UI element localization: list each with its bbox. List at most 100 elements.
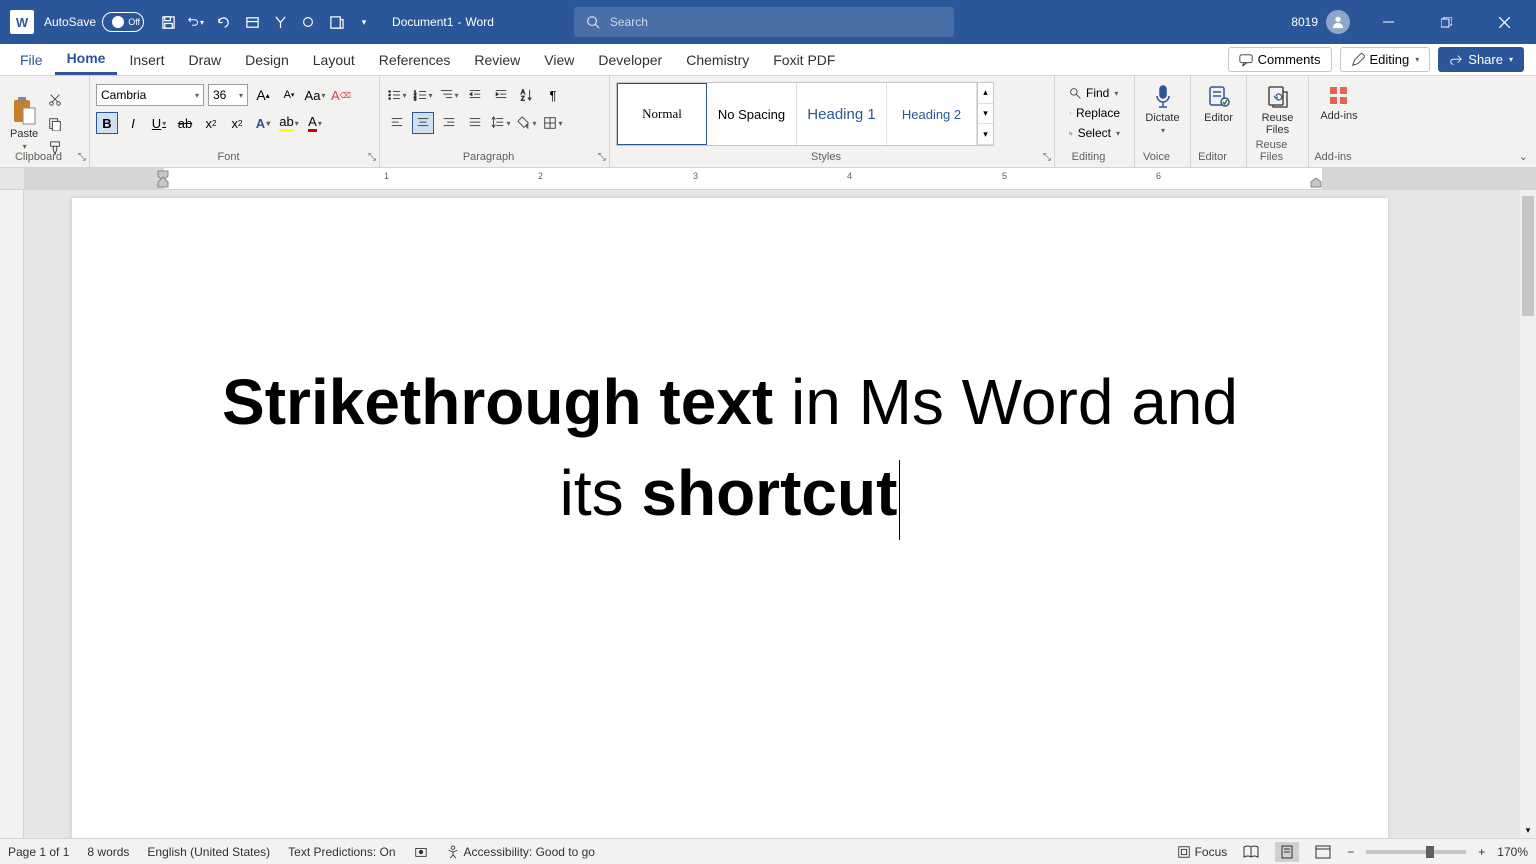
zoom-slider[interactable]	[1366, 850, 1466, 854]
scrollbar-thumb[interactable]	[1522, 196, 1534, 316]
gallery-down-icon[interactable]: ▾	[978, 104, 993, 125]
redo-icon[interactable]	[216, 14, 232, 30]
collapse-ribbon-icon[interactable]: ⌄	[1519, 150, 1528, 163]
user-account[interactable]: 8019	[1291, 10, 1350, 34]
reuse-files-button[interactable]: Reuse Files	[1253, 80, 1302, 140]
qat-customize-icon[interactable]: ▾	[356, 14, 372, 30]
decrease-indent-icon[interactable]	[464, 84, 486, 106]
style-heading1[interactable]: Heading 1	[797, 83, 887, 145]
font-name-selector[interactable]: Cambria▾	[96, 84, 204, 106]
numbering-icon[interactable]: 123▾	[412, 84, 434, 106]
horizontal-ruler[interactable]: 1 2 3 4 5 6	[0, 168, 1536, 190]
editor-button[interactable]: Editor	[1197, 80, 1240, 128]
show-marks-icon[interactable]: ¶	[542, 84, 564, 106]
macro-indicator[interactable]	[414, 845, 428, 859]
shading-icon[interactable]: ▾	[516, 112, 538, 134]
tab-draw[interactable]: Draw	[176, 44, 233, 75]
superscript-button[interactable]: x2	[226, 112, 248, 134]
vertical-scrollbar[interactable]: ▴ ▾	[1520, 190, 1536, 838]
align-center-icon[interactable]	[412, 112, 434, 134]
vertical-ruler[interactable]	[0, 190, 24, 838]
search-box[interactable]: Search	[574, 7, 954, 37]
tab-view[interactable]: View	[532, 44, 586, 75]
italic-button[interactable]: I	[122, 112, 144, 134]
minimize-button[interactable]	[1368, 7, 1408, 37]
bold-button[interactable]: B	[96, 112, 118, 134]
font-dialog-launcher[interactable]: ⤡	[368, 152, 376, 163]
tab-developer[interactable]: Developer	[586, 44, 674, 75]
tab-review[interactable]: Review	[462, 44, 532, 75]
cut-icon[interactable]	[46, 91, 64, 109]
text-effects-icon[interactable]: A▾	[252, 112, 274, 134]
line-spacing-icon[interactable]: ▾	[490, 112, 512, 134]
read-mode-icon[interactable]	[1239, 842, 1263, 862]
tab-file[interactable]: File	[8, 44, 55, 75]
font-color-icon[interactable]: A▾	[304, 112, 326, 134]
tab-foxit[interactable]: Foxit PDF	[761, 44, 847, 75]
focus-mode-button[interactable]: Focus	[1177, 845, 1228, 859]
bullets-icon[interactable]: ▾	[386, 84, 408, 106]
style-heading2[interactable]: Heading 2	[887, 83, 977, 145]
autosave-toggle[interactable]: AutoSave Off	[44, 12, 144, 32]
zoom-level[interactable]: 170%	[1497, 845, 1528, 859]
underline-button[interactable]: U▾	[148, 112, 170, 134]
shrink-font-icon[interactable]: A▾	[278, 84, 300, 106]
tab-home[interactable]: Home	[55, 44, 118, 75]
justify-icon[interactable]	[464, 112, 486, 134]
clear-formatting-icon[interactable]: A⌫	[330, 84, 352, 106]
qat-icon-5[interactable]	[272, 14, 288, 30]
tab-insert[interactable]: Insert	[117, 44, 176, 75]
copy-icon[interactable]	[46, 115, 64, 133]
tab-layout[interactable]: Layout	[301, 44, 367, 75]
find-button[interactable]: Find▾	[1067, 84, 1122, 102]
document-content[interactable]: Strikethrough text in Ms Word and its sh…	[192, 358, 1268, 540]
save-icon[interactable]	[160, 14, 176, 30]
align-left-icon[interactable]	[386, 112, 408, 134]
document-page[interactable]: Strikethrough text in Ms Word and its sh…	[72, 198, 1388, 838]
dictate-button[interactable]: Dictate▾	[1141, 80, 1184, 139]
qat-icon-6[interactable]	[300, 14, 316, 30]
qat-icon-4[interactable]	[244, 14, 260, 30]
text-predictions-indicator[interactable]: Text Predictions: On	[288, 845, 395, 859]
align-right-icon[interactable]	[438, 112, 460, 134]
gallery-up-icon[interactable]: ▴	[978, 83, 993, 104]
addins-button[interactable]: Add-ins	[1315, 80, 1363, 126]
close-button[interactable]	[1484, 7, 1524, 37]
style-normal[interactable]: Normal	[617, 83, 707, 145]
right-indent-marker[interactable]	[1310, 178, 1322, 188]
highlight-color-icon[interactable]: ab▾	[278, 112, 300, 134]
borders-icon[interactable]: ▾	[542, 112, 564, 134]
strikethrough-button[interactable]: ab	[174, 112, 196, 134]
clipboard-dialog-launcher[interactable]: ⤡	[78, 152, 86, 163]
comments-button[interactable]: Comments	[1228, 47, 1332, 72]
print-layout-icon[interactable]	[1275, 842, 1299, 862]
qat-icon-7[interactable]	[328, 14, 344, 30]
subscript-button[interactable]: x2	[200, 112, 222, 134]
zoom-slider-thumb[interactable]	[1426, 846, 1434, 858]
zoom-in-button[interactable]: +	[1478, 845, 1485, 859]
replace-button[interactable]: Replace	[1067, 104, 1122, 122]
share-button[interactable]: Share▾	[1438, 47, 1524, 72]
language-indicator[interactable]: English (United States)	[147, 845, 270, 859]
accessibility-indicator[interactable]: Accessibility: Good to go	[446, 845, 595, 859]
tab-design[interactable]: Design	[233, 44, 301, 75]
grow-font-icon[interactable]: A▴	[252, 84, 274, 106]
style-no-spacing[interactable]: No Spacing	[707, 83, 797, 145]
sort-icon[interactable]: AZ	[516, 84, 538, 106]
tab-chemistry[interactable]: Chemistry	[674, 44, 761, 75]
paragraph-dialog-launcher[interactable]: ⤡	[598, 152, 606, 163]
word-count[interactable]: 8 words	[87, 845, 129, 859]
zoom-out-button[interactable]: −	[1347, 845, 1354, 859]
web-layout-icon[interactable]	[1311, 842, 1335, 862]
select-button[interactable]: Select▾	[1067, 124, 1122, 142]
page-indicator[interactable]: Page 1 of 1	[8, 845, 69, 859]
restore-button[interactable]	[1426, 7, 1466, 37]
font-size-selector[interactable]: 36▾	[208, 84, 248, 106]
undo-icon[interactable]: ▾	[188, 14, 204, 30]
multilevel-list-icon[interactable]: ▾	[438, 84, 460, 106]
editing-mode-button[interactable]: Editing▾	[1340, 47, 1431, 72]
scroll-down-icon[interactable]: ▾	[1520, 822, 1536, 838]
tab-references[interactable]: References	[367, 44, 463, 75]
increase-indent-icon[interactable]	[490, 84, 512, 106]
styles-dialog-launcher[interactable]: ⤡	[1043, 152, 1051, 163]
